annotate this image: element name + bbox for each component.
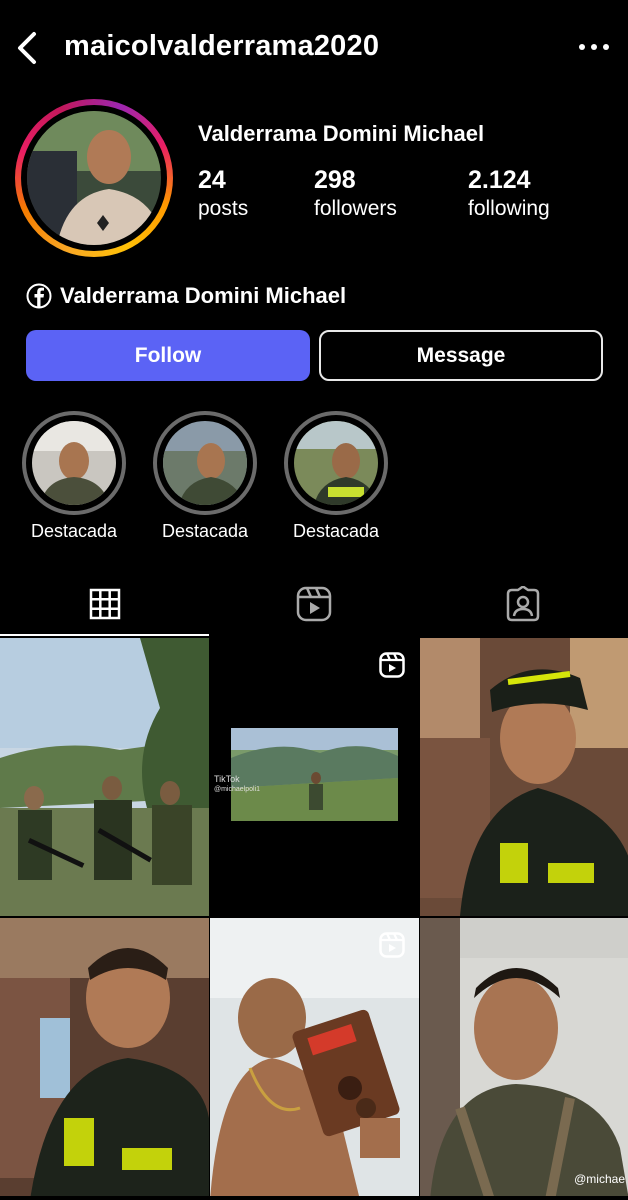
followers-label: followers [314,197,397,220]
reels-icon [379,652,405,678]
posts-grid: TikTok @michaelpoli1 @michae [0,638,628,1200]
display-name: Valderrama Domini Michael [198,121,485,146]
profile-tabs [0,572,628,636]
active-tab-indicator [0,634,209,636]
linked-facebook-account[interactable]: Valderrama Domini Michael [26,283,346,309]
tagged-icon [506,586,539,622]
highlight-photo [163,421,247,505]
follow-button[interactable]: Follow [26,330,310,381]
profile-photo [27,111,161,245]
avatar[interactable] [15,99,173,257]
highlight-label: Destacada [292,521,380,541]
post-thumbnail[interactable] [0,638,209,916]
tab-reels[interactable] [209,572,418,636]
profile-username: maicolvalderrama2020 [64,30,380,62]
story-highlight[interactable]: Destacada [284,411,388,542]
highlight-label: Destacada [30,521,118,541]
tiktok-watermark: TikTok [214,774,240,784]
linked-account-name: Valderrama Domini Michael [60,283,347,308]
chevron-left-icon[interactable] [10,28,46,68]
following-label: following [468,197,550,220]
highlight-photo [294,421,378,505]
post-thumbnail-reel[interactable]: TikTok @michaelpoli1 [210,638,419,916]
more-horizontal-icon[interactable] [574,32,614,62]
grid-icon [89,588,120,620]
story-highlight[interactable]: Destacada [22,411,126,542]
tab-tagged[interactable] [418,572,627,636]
facebook-icon [26,283,52,309]
top-bar: maicolvalderrama2020 [0,0,628,96]
stat-following[interactable]: 2.124 following [468,166,550,221]
stat-followers[interactable]: 298 followers [314,166,397,221]
tiktok-handle: @michaelpoli1 [214,786,261,793]
post-thumbnail[interactable] [0,918,209,1196]
post-thumbnail-reel[interactable] [210,918,419,1196]
posts-label: posts [198,197,249,220]
reels-icon [296,586,331,622]
highlight-photo [32,421,116,505]
reels-icon [379,932,405,958]
tiktok-handle: @michae [574,1172,625,1186]
post-thumbnail[interactable]: @michae [420,918,628,1196]
followers-count: 298 [314,166,356,194]
message-button[interactable]: Message [319,330,603,381]
highlight-label: Destacada [161,521,249,541]
stat-posts[interactable]: 24 posts [198,166,248,221]
post-thumbnail[interactable] [420,638,628,916]
story-highlight[interactable]: Destacada [153,411,257,542]
tab-posts-grid[interactable] [0,572,209,636]
posts-count: 24 [198,166,226,194]
following-count: 2.124 [468,166,531,194]
